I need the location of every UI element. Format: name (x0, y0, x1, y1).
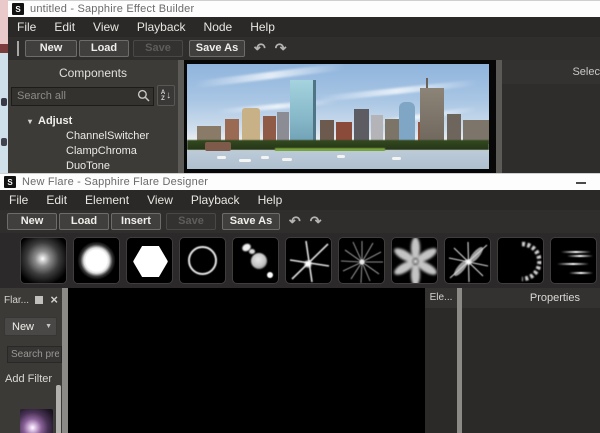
window-title: New Flare - Sapphire Flare Designer (22, 176, 208, 188)
caret-down-icon: ▾ (28, 117, 32, 126)
sapphire-logo-icon: S (12, 3, 24, 15)
load-button[interactable]: Load (79, 40, 129, 57)
flare-panel-title: Flar... (4, 295, 35, 306)
redo-icon[interactable]: ↷ (275, 40, 287, 57)
save-as-button[interactable]: Save As (222, 213, 280, 230)
screen: S untitled - Sapphire Effect Builder Fil… (0, 0, 600, 433)
desktop-strip-block (1, 138, 7, 146)
tree-item-clampchroma[interactable]: ClampChroma (8, 144, 178, 159)
select-panel: Selec (502, 60, 600, 173)
menu-view[interactable]: View (84, 17, 128, 37)
components-search-input[interactable] (11, 87, 154, 106)
insert-button[interactable]: Insert (111, 213, 161, 230)
sort-arrow-icon: ↓ (166, 90, 171, 101)
river-water (187, 151, 489, 169)
desktop-background-strip (0, 0, 8, 173)
select-panel-header: Selec (502, 60, 600, 84)
components-tree: ▾Adjust ChannelSwitcher ClampChroma DuoT… (8, 113, 178, 174)
flare-designer-panels: Flar... × New ▼ Add Filter Ele... (0, 288, 600, 433)
flare-thumb-disc[interactable] (73, 237, 120, 284)
preset-flare-thumbnail[interactable] (20, 409, 53, 433)
flare-thumb-hexagon[interactable] (126, 237, 173, 284)
menu-file[interactable]: File (8, 17, 45, 37)
load-button[interactable]: Load (59, 213, 109, 230)
components-header: Components (8, 60, 178, 84)
undo-icon[interactable]: ↶ (254, 40, 266, 57)
redo-icon[interactable]: ↷ (310, 213, 322, 230)
flare-thumb-spike-star[interactable] (444, 237, 491, 284)
components-panel: Components AZ ↓ ▾Adjust (8, 60, 178, 173)
flare-thumb-bokeh[interactable] (232, 237, 279, 284)
flare-thumb-star[interactable] (285, 237, 332, 284)
desktop-strip-block (1, 98, 7, 106)
menu-edit[interactable]: Edit (37, 190, 76, 210)
chevron-down-icon: ▼ (45, 323, 56, 330)
preset-new-dropdown[interactable]: New ▼ (4, 317, 57, 336)
menu-help[interactable]: Help (241, 17, 284, 37)
menu-playback[interactable]: Playback (128, 17, 195, 37)
menu-node[interactable]: Node (195, 17, 242, 37)
flare-designer-toolbar: New Load Insert Save Save As ↶ ↷ (0, 210, 600, 233)
search-icon (137, 89, 150, 102)
tree-group-adjust[interactable]: ▾Adjust (8, 113, 178, 129)
effect-builder-toolbar: New Load Save Save As ↶ ↷ (8, 37, 600, 60)
flare-thumb-crescent[interactable] (497, 237, 544, 284)
components-search-row: AZ ↓ (11, 86, 175, 106)
boston-skyline-photo (187, 64, 489, 169)
tree-item-channelswitcher[interactable]: ChannelSwitcher (8, 129, 178, 144)
float-panel-icon[interactable] (35, 296, 43, 304)
flare-thumb-burst[interactable] (338, 237, 385, 284)
flare-designer-window: S New Flare - Sapphire Flare Designer Fi… (0, 173, 600, 433)
menu-element[interactable]: Element (76, 190, 138, 210)
effect-builder-titlebar[interactable]: S untitled - Sapphire Effect Builder (8, 0, 600, 17)
properties-panel: Properties (462, 288, 600, 433)
new-button[interactable]: New (7, 213, 57, 230)
flare-thumb-fan-rays[interactable] (391, 237, 438, 284)
toolbar-handle[interactable] (17, 41, 19, 56)
tree-item-duotone[interactable]: DuoTone (8, 159, 178, 174)
effect-builder-content: Components AZ ↓ ▾Adjust (8, 60, 600, 173)
sapphire-logo-icon: S (4, 176, 16, 188)
menu-view[interactable]: View (138, 190, 182, 210)
flare-designer-menubar: File Edit Element View Playback Help (0, 190, 600, 210)
undo-icon[interactable]: ↶ (289, 213, 301, 230)
effect-builder-menubar: File Edit View Playback Node Help (8, 17, 600, 37)
save-as-button[interactable]: Save As (189, 40, 245, 57)
save-button[interactable]: Save (133, 40, 183, 57)
flare-designer-titlebar[interactable]: S New Flare - Sapphire Flare Designer (0, 173, 600, 190)
elements-panel: Ele... (425, 288, 457, 433)
preset-search-input[interactable] (7, 346, 62, 363)
add-filter-link[interactable]: Add Filter (5, 373, 62, 385)
menu-file[interactable]: File (0, 190, 37, 210)
window-title: untitled - Sapphire Effect Builder (30, 3, 194, 15)
effect-builder-window: S untitled - Sapphire Effect Builder Fil… (8, 0, 600, 173)
close-icon[interactable]: × (50, 295, 58, 305)
scrollbar-thumb[interactable] (56, 385, 61, 433)
preview-viewer (184, 60, 496, 173)
flare-thumb-glow[interactable] (20, 237, 67, 284)
desktop-strip-block (0, 0, 8, 44)
properties-panel-header: Properties (462, 288, 600, 308)
flare-thumbnail-strip (0, 233, 600, 288)
flare-presets-panel: Flar... × New ▼ Add Filter (0, 288, 62, 433)
flare-canvas[interactable] (68, 288, 425, 433)
flare-thumb-streaks[interactable] (550, 237, 597, 284)
save-button[interactable]: Save (166, 213, 216, 230)
flare-panel-header: Flar... × (0, 288, 62, 308)
menu-playback[interactable]: Playback (182, 190, 249, 210)
new-button[interactable]: New (25, 40, 77, 57)
elements-panel-header: Ele... (425, 288, 457, 308)
menu-edit[interactable]: Edit (45, 17, 84, 37)
minimize-icon[interactable] (576, 182, 586, 184)
flare-thumb-ring[interactable] (179, 237, 226, 284)
sort-alphabetical-button[interactable]: AZ ↓ (157, 85, 175, 106)
desktop-strip-block (0, 44, 8, 53)
menu-help[interactable]: Help (249, 190, 292, 210)
